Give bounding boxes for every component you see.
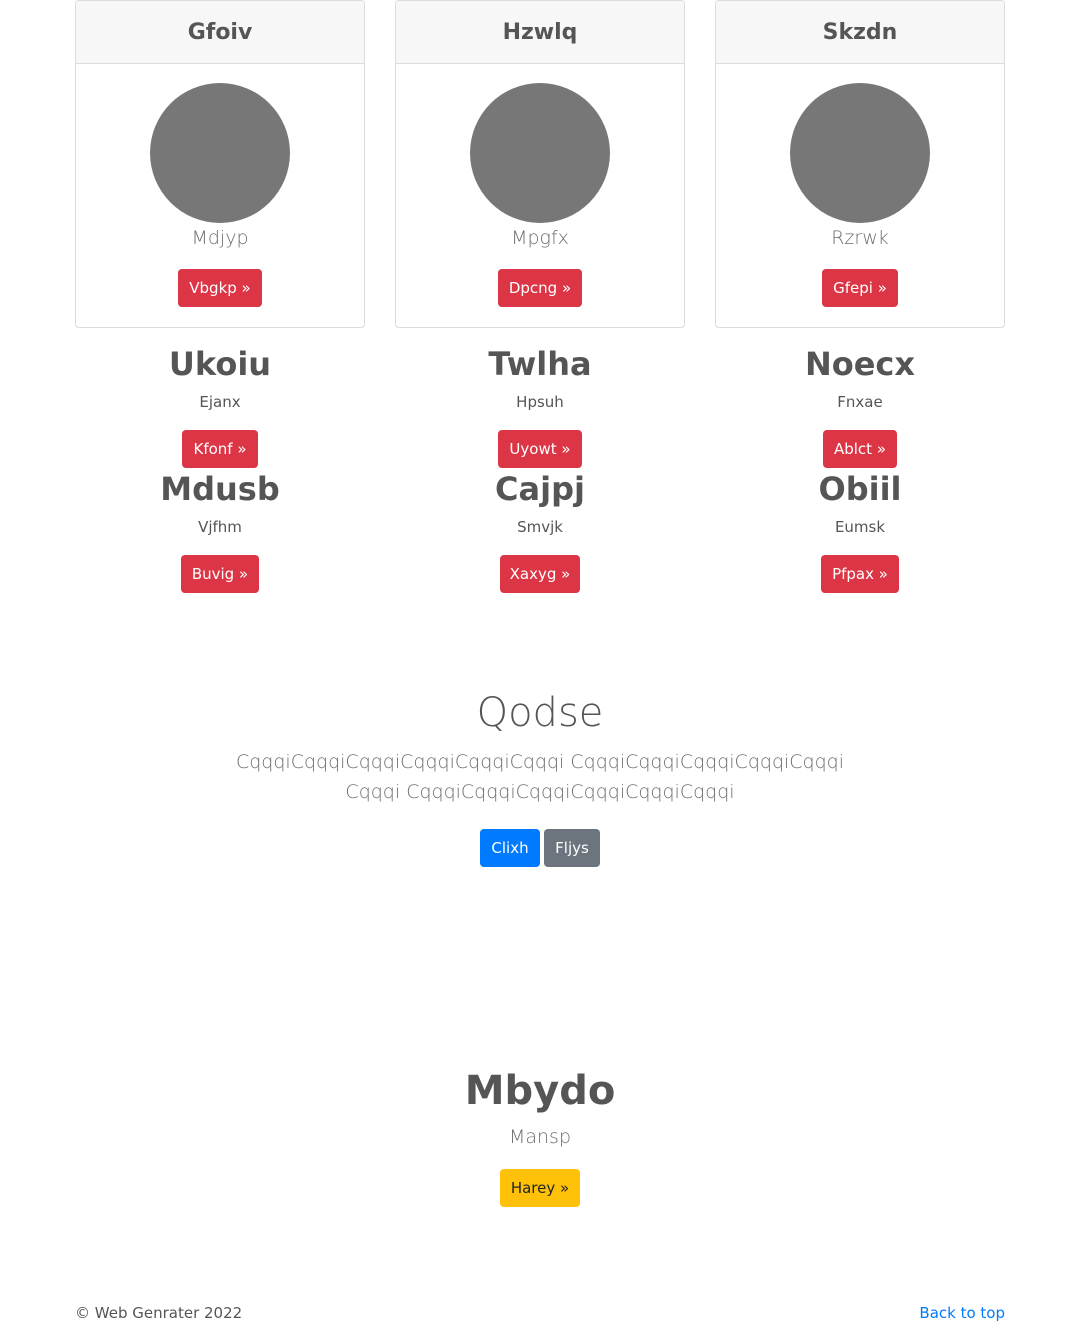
- card-subtitle: Mdjyp: [191, 227, 249, 249]
- hero-secondary-button[interactable]: Fljys: [544, 829, 600, 867]
- feature-subtitle: Mansp: [508, 1126, 572, 1148]
- row2-col1-sub: Vjfhm: [198, 518, 242, 536]
- row2-col3-title: Obiil: [818, 470, 902, 508]
- row1-col1-button[interactable]: Kfonf »: [182, 430, 258, 468]
- footer-copyright: © Web Genrater 2022: [75, 1304, 243, 1322]
- card-header: Hzwlq: [396, 1, 684, 64]
- card-header: Gfoiv: [76, 1, 364, 64]
- row2-col1-button[interactable]: Buvig »: [181, 555, 259, 593]
- row1-col2-title: Twlha: [488, 345, 592, 383]
- avatar: [790, 83, 930, 223]
- row2-col2-title: Cajpj: [495, 470, 585, 508]
- hero-text: CqqqiCqqqiCqqqiCqqqiCqqqiCqqqi CqqqiCqqq…: [235, 751, 845, 803]
- row1-col3-title: Noecx: [804, 345, 916, 383]
- card-2: Hzwlq Mpgfx Dpcng »: [395, 0, 685, 328]
- hero-primary-button[interactable]: Clixh: [480, 829, 540, 867]
- avatar: [470, 83, 610, 223]
- row1-col1-title: Ukoiu: [168, 345, 272, 383]
- row2-col3-sub: Eumsk: [834, 518, 886, 536]
- hero-title: Qodse: [476, 690, 604, 736]
- row2-col2-button[interactable]: Xaxyg »: [500, 555, 580, 593]
- card-subtitle: Mpgfx: [511, 227, 569, 249]
- row1-col3-button[interactable]: Ablct »: [823, 430, 897, 468]
- card-1-button[interactable]: Vbgkp »: [178, 269, 262, 307]
- row1-col1-sub: Ejanx: [199, 393, 241, 411]
- feature-button[interactable]: Harey »: [500, 1169, 580, 1207]
- row2-col1-title: Mdusb: [160, 470, 280, 508]
- row1-col3-sub: Fnxae: [837, 393, 883, 411]
- row1-col2-button[interactable]: Uyowt »: [498, 430, 582, 468]
- row2-col3-button[interactable]: Pfpax »: [821, 555, 899, 593]
- card-1: Gfoiv Mdjyp Vbgkp »: [75, 0, 365, 328]
- back-to-top-link[interactable]: Back to top: [919, 1304, 1005, 1322]
- card-header: Skzdn: [716, 1, 1004, 64]
- avatar: [150, 83, 290, 223]
- card-3-button[interactable]: Gfepi »: [822, 269, 898, 307]
- card-subtitle: Rzrwk: [831, 227, 889, 249]
- row2-col2-sub: Smvjk: [517, 518, 563, 536]
- feature-title: Mbydo: [464, 1068, 616, 1114]
- card-row: Gfoiv Mdjyp Vbgkp » Hzwlq Mpgfx Dpcng » …: [75, 0, 1005, 328]
- row1-col2-sub: Hpsuh: [516, 393, 564, 411]
- card-3: Skzdn Rzrwk Gfepi »: [715, 0, 1005, 328]
- card-2-button[interactable]: Dpcng »: [498, 269, 582, 307]
